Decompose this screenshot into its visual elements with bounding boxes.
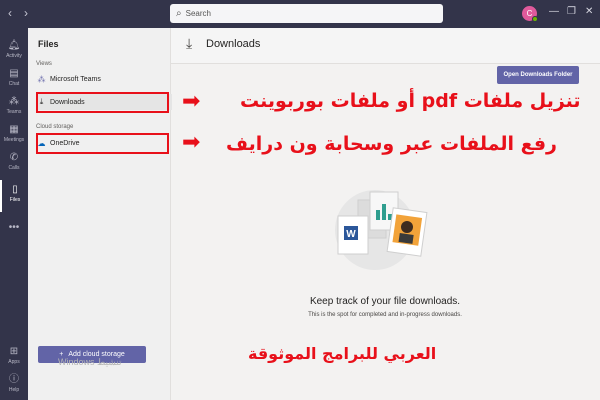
download-icon: ⤓ (186, 35, 193, 51)
apps-icon: ⊞ (9, 346, 19, 357)
page-title: Downloads (206, 38, 261, 50)
annotation-text-2: رفع الملفات عبر وسحابة ون درايف (226, 133, 557, 155)
files-panel: Files Views ⁂ Microsoft Teams ⤓ Download… (28, 28, 172, 400)
panel-title: Files (38, 39, 59, 49)
annotation-arrow-1: ➡ (182, 88, 201, 113)
main-header: ⤓ Downloads (171, 28, 600, 64)
teams-icon: ⁂ (9, 96, 19, 107)
search-icon: ⌕ (176, 8, 182, 19)
open-downloads-folder-button[interactable]: Open Downloads Folder (497, 66, 579, 84)
activation-watermark: Windows تنشيط (58, 357, 122, 367)
sidebar-item-microsoft-teams[interactable]: ⁂ Microsoft Teams (37, 72, 101, 86)
minimize-icon[interactable]: — (549, 7, 559, 17)
more-apps-button[interactable]: ••• (0, 218, 28, 234)
phone-icon: ✆ (9, 152, 19, 163)
maximize-icon[interactable]: ❐ (567, 7, 576, 17)
teams-logo-icon: ⁂ (37, 74, 46, 84)
more-icon: ••• (8, 222, 20, 233)
views-section-label: Views (36, 61, 52, 67)
annotation-text-3: العربي للبرامج الموثوقة (248, 344, 437, 363)
search-bar[interactable]: ⌕ (170, 4, 443, 23)
help-icon: ⓘ (9, 374, 19, 385)
app-rail: 🔔︎ Activity ▤ Chat ⁂ Teams ▦ Meetings ✆ … (0, 28, 28, 400)
files-illustration: W (335, 190, 428, 270)
onedrive-highlight-box (36, 133, 169, 154)
forward-arrow-icon[interactable]: › (24, 6, 28, 20)
annotation-text-1: تنزيل ملفات pdf أو ملفات بوربوينت (240, 90, 581, 112)
empty-state-title: Keep track of your file downloads. (309, 296, 461, 307)
svg-text:W: W (346, 229, 356, 240)
presence-status-icon (532, 16, 538, 22)
rail-item-calls[interactable]: ✆ Calls (0, 148, 28, 180)
cloud-storage-section-label: Cloud storage (36, 124, 74, 130)
nav-arrows: ‹ › (8, 6, 28, 20)
chat-icon: ▤ (9, 68, 19, 79)
calendar-icon: ▦ (9, 124, 19, 135)
bell-icon: 🔔︎ (7, 40, 21, 51)
annotation-arrow-2: ➡ (182, 129, 201, 154)
file-icon: ▯ (12, 184, 18, 195)
rail-item-help[interactable]: ⓘ Help (0, 370, 28, 400)
empty-state-subtitle: This is the spot for completed and in-pr… (308, 312, 462, 318)
rail-item-files[interactable]: ▯ Files (0, 180, 28, 212)
search-input[interactable] (185, 9, 426, 18)
title-bar: ‹ › ⌕ C — ❐ ✕ (0, 0, 600, 28)
close-icon[interactable]: ✕ (585, 7, 593, 17)
back-arrow-icon[interactable]: ‹ (8, 6, 12, 20)
downloads-highlight-box (36, 92, 169, 113)
